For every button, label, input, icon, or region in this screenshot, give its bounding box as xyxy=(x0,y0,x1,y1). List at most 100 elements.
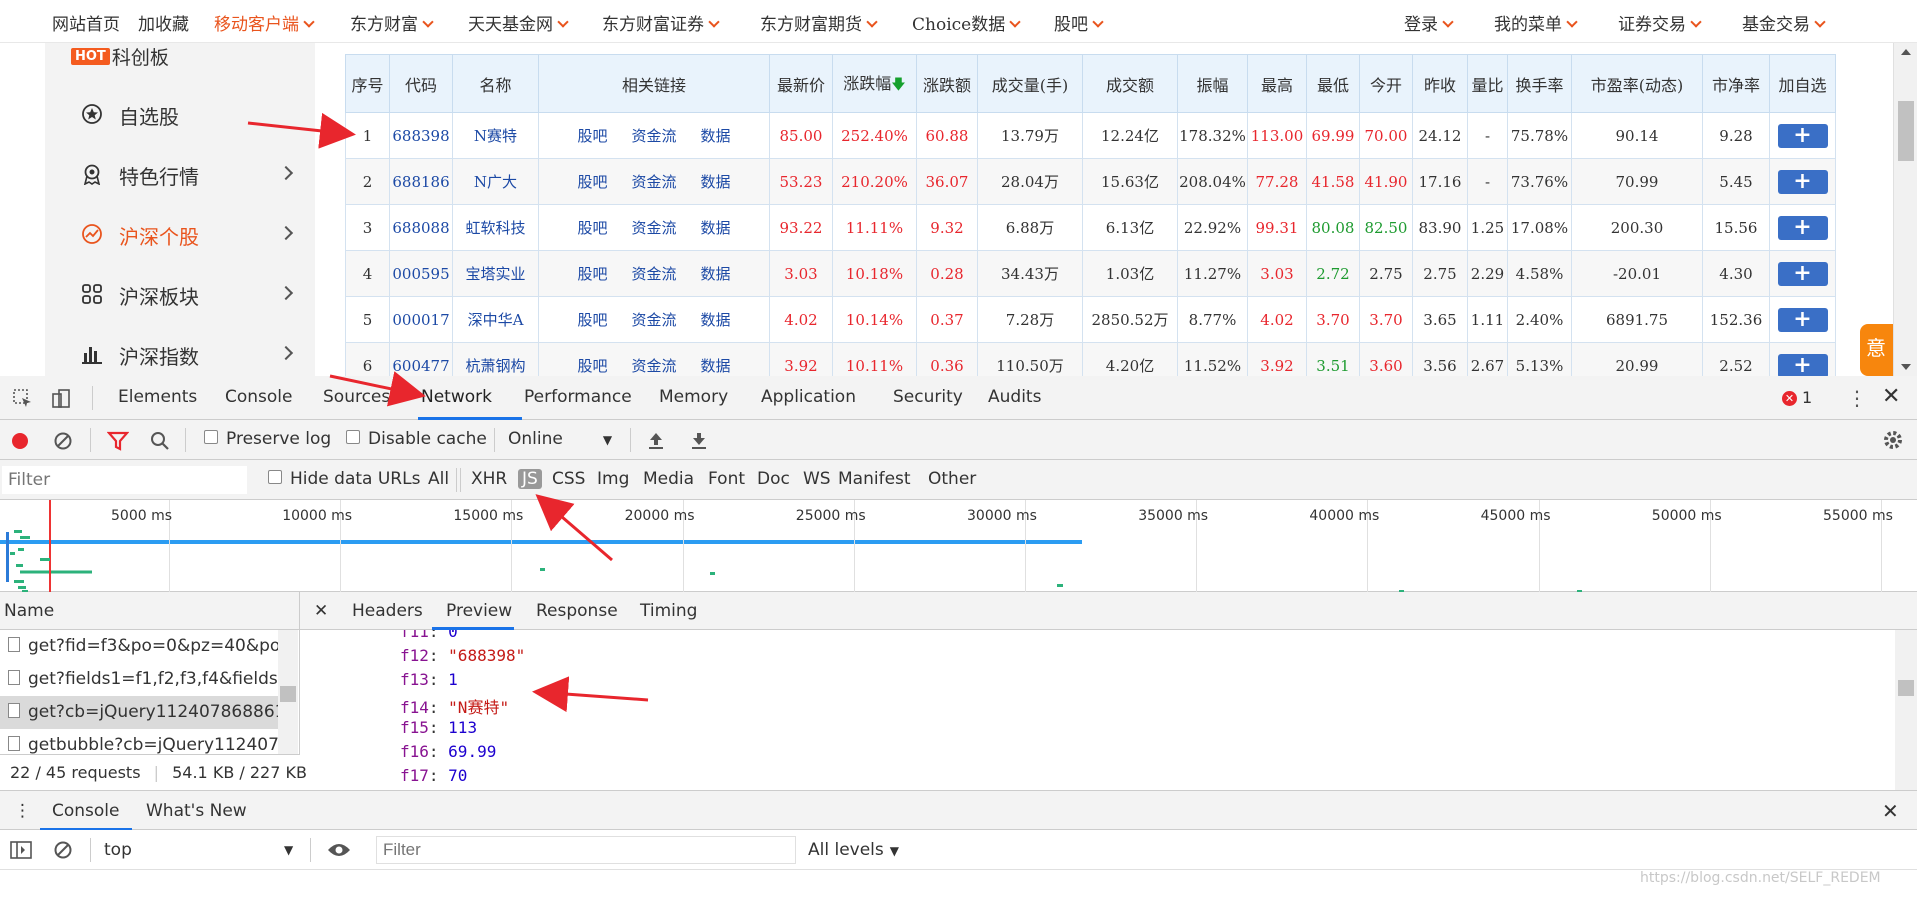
top-nav-right-item[interactable]: 证券交易 xyxy=(1618,10,1702,35)
scroll-thumb[interactable] xyxy=(280,686,296,702)
top-nav-right-item[interactable]: 我的菜单 xyxy=(1494,10,1578,35)
request-row[interactable]: get?fields1=f1,f2,f3,f4&fields2. xyxy=(0,663,280,696)
hot-star-market-link[interactable]: HOT 科创板 xyxy=(71,43,169,70)
show-sidebar-icon[interactable] xyxy=(10,841,32,859)
column-header[interactable]: 市盈率(动态) xyxy=(1571,54,1703,113)
settings-gear-icon[interactable] xyxy=(1882,429,1904,451)
add-to-watchlist-button[interactable]: + xyxy=(1777,123,1828,148)
devtools-tab[interactable]: Security xyxy=(893,387,963,407)
related-link[interactable]: 资金流 xyxy=(631,173,676,191)
related-link[interactable]: 数据 xyxy=(701,173,731,191)
record-icon[interactable] xyxy=(10,431,30,451)
resource-type-filter[interactable]: Doc xyxy=(757,469,790,489)
clear-console-icon[interactable] xyxy=(53,840,73,860)
column-header[interactable]: 今开 xyxy=(1359,54,1413,113)
sidebar-item[interactable]: 特色行情 xyxy=(81,159,294,191)
name-column-header[interactable]: Name xyxy=(0,592,299,630)
related-link[interactable]: 数据 xyxy=(701,357,731,375)
cell-name[interactable]: N赛特 xyxy=(452,112,539,159)
resource-type-filter[interactable]: Font xyxy=(708,469,745,489)
devtools-tab[interactable]: Memory xyxy=(659,387,728,407)
top-nav-right-item[interactable]: 基金交易 xyxy=(1742,10,1826,35)
export-har-icon[interactable] xyxy=(689,430,709,450)
related-link[interactable]: 股吧 xyxy=(577,311,607,329)
add-to-watchlist-button[interactable]: + xyxy=(1777,307,1828,332)
related-link[interactable]: 股吧 xyxy=(577,265,607,283)
top-nav-item[interactable]: 东方财富证券 xyxy=(602,10,720,35)
devtools-tab[interactable]: Performance xyxy=(524,387,632,407)
column-header[interactable]: 涨跌幅🡇 xyxy=(832,54,917,113)
context-select[interactable]: top xyxy=(104,840,132,860)
cell-code[interactable]: 000017 xyxy=(389,296,453,343)
devtools-tab[interactable]: Elements xyxy=(118,387,197,407)
live-expression-eye-icon[interactable] xyxy=(327,842,351,858)
feedback-tab[interactable]: 意 xyxy=(1860,324,1893,376)
drawer-tab-console[interactable]: Console xyxy=(52,801,120,821)
add-to-watchlist-button[interactable]: + xyxy=(1777,215,1828,240)
resource-type-filter[interactable]: Img xyxy=(597,469,629,489)
add-to-watchlist-button[interactable]: + xyxy=(1777,353,1828,378)
top-nav-item[interactable]: Choice数据 xyxy=(912,10,1021,35)
sidebar-item[interactable]: 沪深板块 xyxy=(81,279,294,311)
request-row[interactable]: get?cb=jQuery1124078688619 xyxy=(0,696,280,729)
resource-type-filter[interactable]: Media xyxy=(643,469,694,489)
top-nav-item[interactable]: 天天基金网 xyxy=(468,10,569,35)
detail-tab[interactable]: Preview xyxy=(446,601,512,621)
request-row[interactable]: get?fid=f3&po=0&pz=40&po= xyxy=(0,630,280,663)
sort-down-icon[interactable]: 🡇 xyxy=(891,77,905,93)
column-header[interactable]: 涨跌额 xyxy=(916,54,978,113)
device-toolbar-icon[interactable] xyxy=(50,388,72,410)
column-header[interactable]: 最低 xyxy=(1306,54,1360,113)
search-icon[interactable] xyxy=(150,431,170,451)
disable-cache-checkbox[interactable]: Disable cache xyxy=(346,429,487,449)
throttle-select[interactable]: Online ▼ xyxy=(508,429,612,449)
resource-type-filter[interactable]: JS xyxy=(518,469,542,489)
network-filter-input[interactable] xyxy=(2,466,247,494)
cell-code[interactable]: 688398 xyxy=(389,112,453,159)
resource-type-filter[interactable]: XHR xyxy=(471,469,507,489)
related-link[interactable]: 数据 xyxy=(701,219,731,237)
error-counter[interactable]: ✕ 1 xyxy=(1782,388,1812,407)
top-nav-right-item[interactable]: 登录 xyxy=(1404,10,1454,35)
cell-code[interactable]: 688088 xyxy=(389,204,453,251)
log-levels-select[interactable]: All levels ▼ xyxy=(808,840,899,860)
column-header[interactable]: 量比 xyxy=(1467,54,1508,113)
column-header[interactable]: 代码 xyxy=(389,54,453,113)
cell-name[interactable]: N广大 xyxy=(452,158,539,205)
sidebar-item[interactable]: 沪深指数 xyxy=(81,339,294,371)
top-nav-item[interactable]: 网站首页 xyxy=(52,10,120,35)
column-header[interactable]: 成交额 xyxy=(1082,54,1178,113)
detail-tab[interactable]: Timing xyxy=(640,601,697,621)
resource-type-filter[interactable]: All xyxy=(428,469,449,489)
top-nav-item[interactable]: 移动客户端 xyxy=(214,10,315,35)
related-link[interactable]: 资金流 xyxy=(631,219,676,237)
column-header[interactable]: 成交量(手) xyxy=(977,54,1083,113)
console-filter-input[interactable] xyxy=(376,836,796,864)
column-header[interactable]: 市净率 xyxy=(1702,54,1770,113)
dropdown-arrow-icon[interactable]: ▼ xyxy=(284,843,293,857)
column-header[interactable]: 振幅 xyxy=(1177,54,1248,113)
page-scrollbar[interactable] xyxy=(1893,43,1917,376)
devtools-menu-icon[interactable]: ⋮ xyxy=(1847,386,1867,410)
close-detail-icon[interactable]: ✕ xyxy=(314,601,328,621)
inspect-element-icon[interactable] xyxy=(12,388,34,410)
clear-icon[interactable] xyxy=(53,431,73,451)
related-link[interactable]: 数据 xyxy=(701,265,731,283)
scroll-down-icon[interactable] xyxy=(1901,364,1911,370)
related-link[interactable]: 资金流 xyxy=(631,311,676,329)
column-header[interactable]: 最高 xyxy=(1247,54,1307,113)
related-link[interactable]: 数据 xyxy=(701,127,731,145)
close-drawer-icon[interactable]: ✕ xyxy=(1882,799,1899,823)
related-link[interactable]: 资金流 xyxy=(631,127,676,145)
column-header[interactable]: 名称 xyxy=(452,54,539,113)
column-header[interactable]: 序号 xyxy=(345,54,390,113)
preview-scrollbar[interactable] xyxy=(1895,630,1917,790)
add-to-watchlist-button[interactable]: + xyxy=(1777,169,1828,194)
related-link[interactable]: 数据 xyxy=(701,311,731,329)
column-header[interactable]: 昨收 xyxy=(1412,54,1468,113)
filter-icon[interactable] xyxy=(107,431,129,451)
scroll-up-icon[interactable] xyxy=(1901,49,1911,55)
resource-type-filter[interactable]: Other xyxy=(928,469,976,489)
devtools-tab[interactable]: Console xyxy=(225,387,293,407)
sidebar-item[interactable]: 自选股 xyxy=(81,99,281,131)
